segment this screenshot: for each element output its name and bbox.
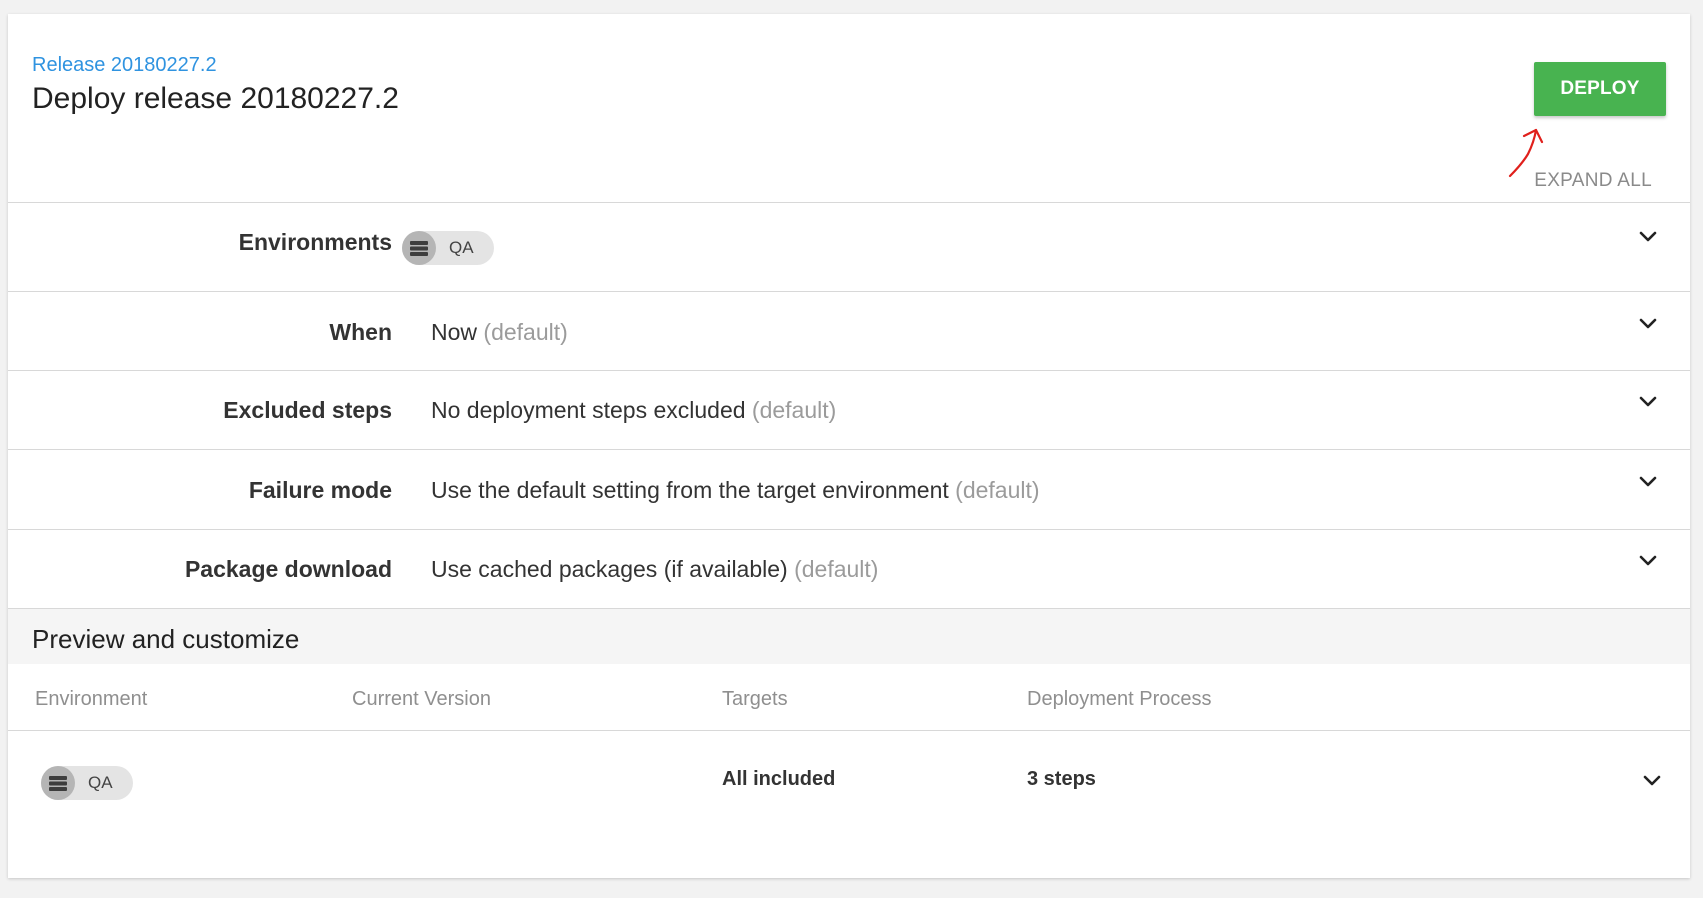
targets-cell: All included <box>722 768 836 790</box>
option-row-environments[interactable]: Environments QA <box>8 202 1690 291</box>
option-value: Use the default setting from the target … <box>431 477 1040 504</box>
default-tag: (default) <box>483 319 568 345</box>
option-label: Environments <box>238 229 392 255</box>
environment-chip[interactable]: QA <box>41 766 133 800</box>
expand-all-button[interactable]: EXPAND ALL <box>1534 170 1652 192</box>
option-label: When <box>329 319 392 345</box>
environment-chip-label: QA <box>449 238 474 257</box>
chevron-down-icon[interactable] <box>1638 392 1658 412</box>
option-value: Use cached packages (if available) (defa… <box>431 556 878 583</box>
page-title: Deploy release 20180227.2 <box>32 82 399 115</box>
chevron-down-icon[interactable] <box>1638 551 1658 571</box>
option-value: No deployment steps excluded (default) <box>431 397 836 424</box>
table-row[interactable]: QA All included 3 steps <box>8 731 1690 829</box>
preview-table-header: Environment Current Version Targets Depl… <box>8 664 1690 731</box>
option-value-text: No deployment steps excluded <box>431 397 746 423</box>
default-tag: (default) <box>794 556 879 582</box>
default-tag: (default) <box>751 397 837 423</box>
server-icon <box>41 766 75 800</box>
option-row-when[interactable]: When Now (default) <box>8 291 1690 370</box>
chevron-down-icon[interactable] <box>1642 771 1662 791</box>
option-value-text: Use the default setting from the target … <box>431 477 949 503</box>
option-row-package-download[interactable]: Package download Use cached packages (if… <box>8 529 1690 608</box>
column-header-deployment-process: Deployment Process <box>1027 688 1212 710</box>
chevron-down-icon[interactable] <box>1638 314 1658 334</box>
deploy-button[interactable]: DEPLOY <box>1534 62 1666 116</box>
option-row-excluded-steps[interactable]: Excluded steps No deployment steps exclu… <box>8 370 1690 449</box>
preview-section-header: Preview and customize <box>8 608 1690 664</box>
deploy-release-card: Release 20180227.2 Deploy release 201802… <box>8 14 1690 878</box>
option-label: Package download <box>184 556 392 582</box>
environment-chip[interactable]: QA <box>402 231 494 265</box>
option-value-text: Use cached packages (if available) <box>431 556 788 582</box>
server-icon <box>402 231 436 265</box>
default-tag: (default) <box>955 477 1040 503</box>
chevron-down-icon[interactable] <box>1638 227 1658 247</box>
environment-chip-label: QA <box>88 773 113 792</box>
breadcrumb-release-link[interactable]: Release 20180227.2 <box>32 54 217 77</box>
option-label: Failure mode <box>248 477 392 503</box>
deployment-process-cell: 3 steps <box>1027 768 1096 790</box>
column-header-environment: Environment <box>35 688 148 710</box>
preview-title: Preview and customize <box>32 624 300 654</box>
column-header-current-version: Current Version <box>352 688 491 710</box>
card-header: Release 20180227.2 Deploy release 201802… <box>8 14 1690 202</box>
option-label: Excluded steps <box>223 397 392 423</box>
column-header-targets: Targets <box>722 688 788 710</box>
chevron-down-icon[interactable] <box>1638 472 1658 492</box>
option-row-failure-mode[interactable]: Failure mode Use the default setting fro… <box>8 449 1690 529</box>
option-value-text: Now <box>431 319 478 345</box>
option-value: Now (default) <box>431 319 568 346</box>
